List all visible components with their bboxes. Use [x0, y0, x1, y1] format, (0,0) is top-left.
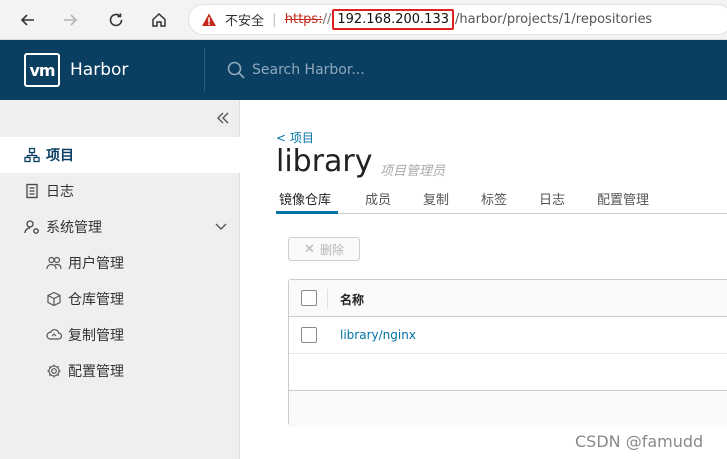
- forward-icon: [64, 14, 78, 26]
- tab-labels[interactable]: 标签: [481, 189, 507, 208]
- sidebar-sub-label: 仓库管理: [68, 292, 124, 308]
- brand[interactable]: vm Harbor: [24, 53, 128, 87]
- table-row: library/nginx: [289, 317, 727, 354]
- page-title: library: [276, 144, 373, 179]
- back-icon: [20, 14, 34, 26]
- column-divider: [327, 289, 328, 308]
- page: 不安全 | https: // 192.168.200.133 /harbor/…: [0, 0, 727, 459]
- role-label: 项目管理员: [380, 164, 446, 179]
- tab-members[interactable]: 成员: [365, 189, 391, 208]
- sidebar: 项目 日志 系统管理 用户管理 仓库管理 复制管理 配置管理: [0, 100, 240, 459]
- active-tab-indicator: [276, 211, 338, 214]
- project-tabs: 镜像仓库 成员 复制 标签 日志 配置管理: [276, 182, 727, 214]
- row-checkbox[interactable]: [301, 327, 317, 343]
- browser-toolbar: 不安全 | https: // 192.168.200.133 /harbor/…: [0, 0, 727, 40]
- sidebar-item-registries[interactable]: 仓库管理: [0, 281, 240, 317]
- sidebar-item-logs[interactable]: 日志: [0, 173, 240, 209]
- registry-icon: [46, 291, 62, 307]
- sidebar-item-label: 项目: [46, 148, 74, 164]
- admin-icon: [24, 219, 40, 235]
- back-button[interactable]: [10, 2, 46, 38]
- forward-button[interactable]: [52, 2, 88, 38]
- sidebar-sub-label: 用户管理: [68, 256, 124, 272]
- logs-icon: [24, 183, 40, 199]
- grid-header: 名称: [289, 280, 727, 317]
- sidebar-item-admin[interactable]: 系统管理: [0, 209, 240, 245]
- sidebar-sub-label: 复制管理: [68, 328, 124, 344]
- home-icon: [152, 12, 166, 27]
- reload-icon: [109, 13, 123, 27]
- column-header-name[interactable]: 名称: [340, 291, 364, 308]
- warning-icon: [202, 13, 216, 26]
- address-separator: |: [272, 11, 277, 28]
- header-divider: [204, 48, 205, 92]
- tab-configuration[interactable]: 配置管理: [597, 189, 649, 208]
- collapse-sidebar-icon[interactable]: [214, 109, 232, 127]
- vmware-logo: vm: [24, 53, 60, 87]
- select-all-checkbox[interactable]: [301, 290, 317, 306]
- repository-grid: 名称 library/nginx: [288, 279, 727, 427]
- reload-button[interactable]: [98, 2, 134, 38]
- config-icon: [46, 363, 62, 379]
- search-icon: [227, 61, 245, 79]
- close-icon: ✕: [304, 241, 315, 257]
- url-scheme: https:: [284, 12, 323, 27]
- search-placeholder[interactable]: Search Harbor...: [252, 62, 365, 78]
- tab-replication[interactable]: 复制: [423, 189, 449, 208]
- sidebar-item-projects[interactable]: 项目: [0, 137, 240, 173]
- app-header: vm Harbor Search Harbor...: [0, 40, 727, 100]
- tab-logs[interactable]: 日志: [539, 189, 565, 208]
- watermark: CSDN @famudd: [575, 432, 704, 451]
- home-button[interactable]: [141, 2, 177, 38]
- sidebar-item-label: 系统管理: [46, 220, 102, 236]
- delete-button[interactable]: ✕ 删除: [288, 237, 360, 261]
- users-icon: [46, 255, 62, 271]
- sidebar-item-label: 日志: [46, 184, 74, 200]
- repository-link[interactable]: library/nginx: [340, 328, 416, 342]
- url-path: /harbor/projects/1/repositories: [455, 12, 653, 27]
- chevron-down-icon[interactable]: [214, 219, 228, 233]
- projects-icon: [24, 147, 40, 163]
- main-content: < 项目 library 项目管理员 镜像仓库 成员 复制 标签 日志 配置管理…: [241, 100, 727, 459]
- insecure-label[interactable]: 不安全: [225, 10, 264, 29]
- app-name: Harbor: [70, 60, 129, 80]
- sidebar-item-users[interactable]: 用户管理: [0, 245, 240, 281]
- url-host: 192.168.200.133: [332, 9, 454, 30]
- sidebar-item-configuration[interactable]: 配置管理: [0, 353, 240, 389]
- global-search[interactable]: Search Harbor...: [226, 60, 365, 80]
- sidebar-sub-label: 配置管理: [68, 364, 124, 380]
- address-bar[interactable]: 不安全 | https: // 192.168.200.133 /harbor/…: [188, 4, 727, 35]
- tab-repositories[interactable]: 镜像仓库: [279, 189, 331, 208]
- url-slashes: //: [322, 12, 332, 27]
- replication-icon: [46, 327, 62, 343]
- delete-label: 删除: [319, 242, 344, 257]
- sidebar-item-replications[interactable]: 复制管理: [0, 317, 240, 353]
- grid-footer: [289, 390, 727, 427]
